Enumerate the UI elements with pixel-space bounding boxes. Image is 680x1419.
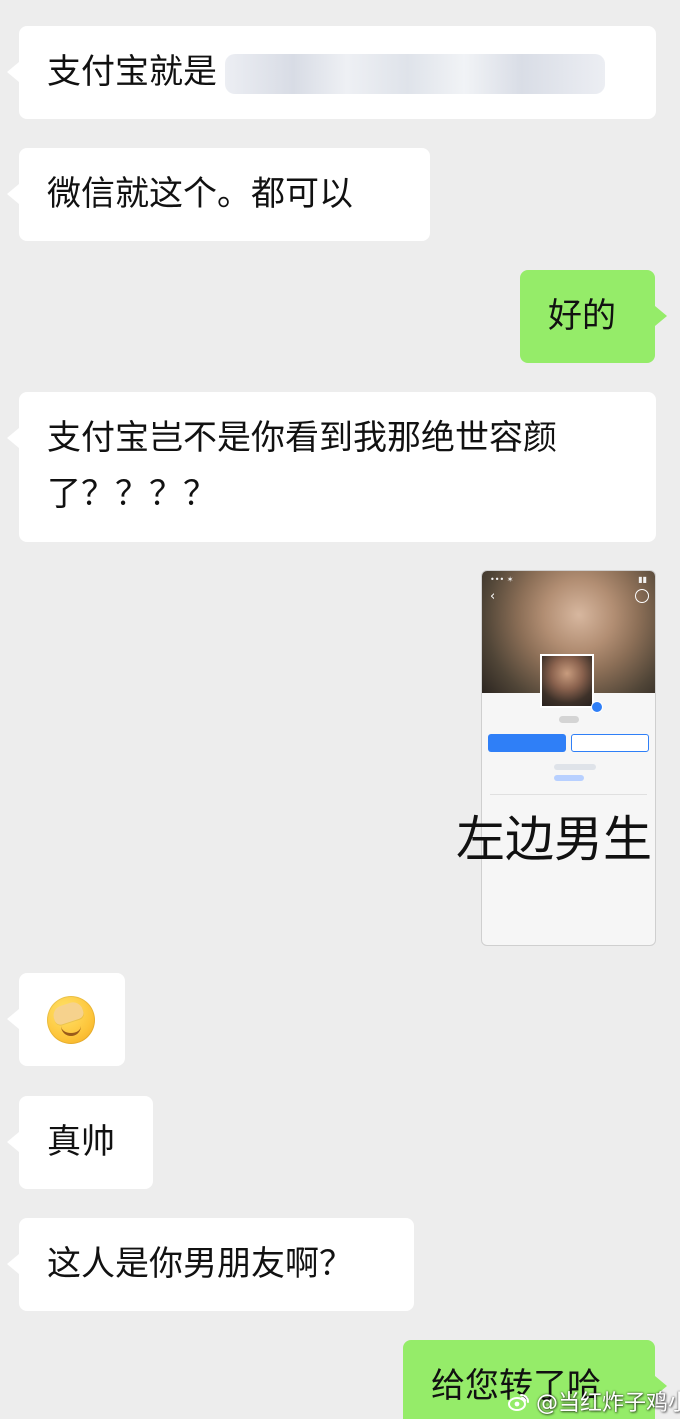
- message-bubble-incoming[interactable]: 这人是你男朋友啊？: [7, 1218, 414, 1311]
- face-palm-emoji: [47, 996, 95, 1044]
- message-text-line-2: 了？？？？: [47, 474, 217, 514]
- watermark-text: @当红炸子鸡小陈: [536, 1391, 680, 1416]
- message-bubble-outgoing[interactable]: 好的: [520, 270, 667, 363]
- face-palm-hand: [50, 999, 86, 1027]
- message-bubble-incoming[interactable]: 支付宝就是: [7, 26, 656, 119]
- message-text-line-1: 支付宝岂不是你看到我那绝世容颜: [47, 418, 557, 458]
- message-text: 真帅: [47, 1122, 115, 1162]
- message-text: 微信就这个。都可以: [47, 174, 353, 214]
- message-bubble-incoming[interactable]: [7, 973, 125, 1066]
- divider: [490, 794, 647, 795]
- blurred-name: [559, 716, 579, 723]
- status-bar-right: ▮▮: [638, 575, 647, 584]
- message-bubble-incoming[interactable]: 微信就这个。都可以: [7, 148, 430, 241]
- emoji-mouth: [61, 1025, 81, 1036]
- blurred-info-value: [554, 764, 596, 770]
- primary-action-button: [488, 734, 566, 752]
- shared-screenshot-image[interactable]: ••• ✶ ▮▮ ‹: [481, 570, 656, 946]
- image-caption: 左边男生: [456, 811, 653, 868]
- watermark: @当红炸子鸡小陈: [507, 1390, 680, 1418]
- weibo-icon: [508, 1394, 529, 1411]
- verified-badge-icon: [591, 701, 603, 713]
- profile-icon: [635, 589, 649, 603]
- blurred-info-value: [554, 775, 584, 781]
- secondary-action-button: [571, 734, 649, 752]
- status-bar-left: ••• ✶: [490, 575, 514, 584]
- back-arrow-icon: ‹: [490, 589, 496, 604]
- message-text: 支付宝就是: [47, 52, 217, 92]
- message-bubble-incoming[interactable]: 支付宝岂不是你看到我那绝世容颜 了？？？？: [7, 392, 656, 542]
- avatar: [540, 654, 594, 708]
- message-text: 好的: [548, 296, 616, 336]
- message-text: 这人是你男朋友啊？: [47, 1244, 353, 1284]
- blurred-account-info: [225, 53, 605, 94]
- message-bubble-incoming[interactable]: 真帅: [7, 1096, 153, 1189]
- chat-window: 支付宝就是 微信就这个。都可以 好的 支付宝岂不是你看到我那绝世容颜 了？？？？…: [0, 0, 680, 1419]
